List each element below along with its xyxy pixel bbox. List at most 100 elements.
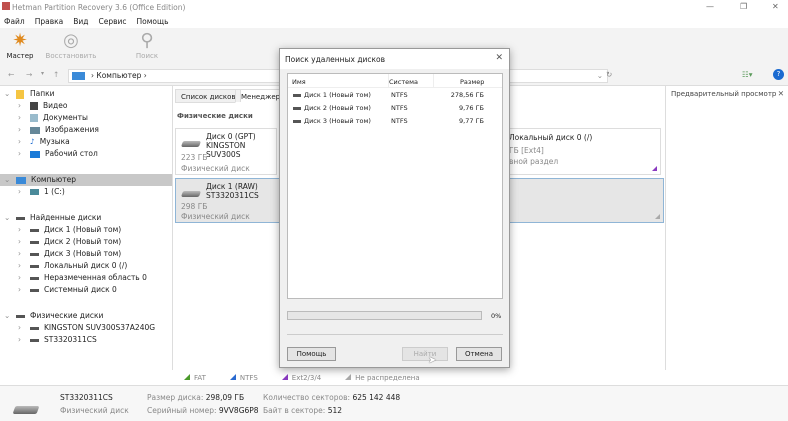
tab-disk-list[interactable]: Список дисков	[175, 89, 242, 103]
disk-icon	[30, 264, 39, 268]
menu-help[interactable]: Помощь	[137, 17, 169, 26]
mouse-cursor-icon: ➤	[428, 355, 437, 366]
forward-button[interactable]: →	[26, 70, 32, 79]
history-dropdown[interactable]: ▾	[41, 70, 44, 77]
legend-label: FAT	[194, 373, 206, 382]
disk-icon	[30, 228, 39, 232]
tree-computer[interactable]: ⌄ Компьютер	[0, 174, 172, 186]
disk-type: Физический диск	[181, 212, 250, 221]
images-icon	[30, 126, 40, 134]
tree-item[interactable]: › Рабочий стол	[18, 148, 98, 160]
info-label: Размер диска:	[147, 393, 204, 402]
help-button[interactable]: Помощь	[287, 347, 336, 361]
documents-icon	[30, 114, 38, 122]
hdd-icon	[12, 406, 40, 414]
disk-icon	[30, 326, 39, 330]
tree-item[interactable]: › Диск 2 (Новый том)	[18, 236, 121, 248]
row-name: Диск 2 (Новый том)	[304, 104, 371, 112]
list-item[interactable]: Диск 2 (Новый том) NTFS 9,76 ГБ	[288, 103, 502, 115]
tree-physical-disks[interactable]: ⌄ Физические диски	[4, 310, 103, 322]
view-options-button[interactable]: ☷▾	[742, 70, 753, 79]
column-size[interactable]: Размер	[460, 78, 484, 86]
maximize-button[interactable]: ❐	[740, 2, 747, 11]
tree-item[interactable]: › Видео	[18, 100, 67, 112]
close-preview-button[interactable]: ✕	[778, 89, 784, 98]
restore-button[interactable]: ◎ Восстановить	[44, 30, 98, 60]
disk-icon	[30, 338, 39, 342]
tree-item[interactable]: › KINGSTON SUV300S37A240G	[18, 322, 155, 334]
section-title: Физические диски	[177, 112, 253, 120]
tree-item[interactable]: › Неразмеченная область 0	[18, 272, 147, 284]
column-name[interactable]: Имя	[292, 78, 306, 86]
computer-icon	[16, 176, 26, 184]
tree-label: 1 (C:)	[44, 187, 65, 196]
tree-item[interactable]: › Изображения	[18, 124, 99, 136]
dialog-close-button[interactable]: ✕	[495, 53, 503, 63]
disk-size: 223 ГБ	[181, 153, 208, 162]
disk-model: ST3320311CS	[206, 191, 259, 200]
fat-color-icon	[184, 373, 190, 380]
tree-label: Найденные диски	[30, 213, 102, 222]
minimize-button[interactable]: —	[706, 2, 714, 11]
find-button[interactable]: Найти	[402, 347, 448, 361]
menu-file[interactable]: Файл	[4, 17, 25, 26]
row-fs: NTFS	[391, 117, 408, 125]
tree-label: Изображения	[45, 125, 99, 134]
tree-item[interactable]: › Локальный диск 0 (/)	[18, 260, 127, 272]
disk-icon	[293, 120, 301, 123]
help-icon[interactable]: ?	[773, 69, 784, 80]
tree-item[interactable]: › Диск 1 (Новый том)	[18, 224, 121, 236]
progress-text: 0%	[491, 312, 502, 320]
info-model: ST3320311CS	[60, 393, 113, 402]
info-label: Серийный номер:	[147, 406, 217, 415]
disk-name: Диск 0 (GPT)	[206, 132, 256, 141]
desktop-icon	[30, 150, 40, 158]
tree-item[interactable]: › ♪ Музыка	[18, 136, 70, 148]
wizard-button[interactable]: ✷ Мастер	[0, 30, 47, 60]
tree-item[interactable]: › Документы	[18, 112, 88, 124]
tree-item[interactable]: › Диск 3 (Новый том)	[18, 248, 121, 260]
disk-card[interactable]: Диск 0 (GPT) KINGSTON SUV300S 223 ГБ Физ…	[175, 128, 277, 175]
tree-label: Видео	[43, 101, 68, 110]
menu-view[interactable]: Вид	[73, 17, 88, 26]
disk-type: Физический диск	[181, 164, 250, 173]
search-button[interactable]: ⚲ Поиск	[120, 30, 174, 60]
tree-label: ST3320311CS	[44, 335, 97, 344]
unallocated-marker	[655, 214, 660, 219]
tree-folders[interactable]: ⌄ Папки	[4, 88, 55, 100]
legend-label: NTFS	[239, 373, 258, 382]
row-size: 9,77 ГБ	[459, 117, 484, 125]
tree-label: Физические диски	[30, 311, 104, 320]
back-button[interactable]: ←	[8, 70, 14, 79]
disk-icon	[293, 107, 301, 110]
info-size: 298,09 ГБ	[205, 393, 245, 402]
folder-tree: ⌄ Папки › Видео › Документы › Изображения › ♪…	[0, 86, 172, 384]
tree-item[interactable]: › 1 (C:)	[18, 186, 65, 198]
partition-card[interactable]: Локальный диск 0 (/) ГБ [Ext4] вной разд…	[506, 128, 661, 175]
refresh-button[interactable]: ↻	[606, 70, 612, 79]
column-system[interactable]: Система	[389, 78, 418, 86]
list-item[interactable]: Диск 1 (Новый том) NTFS 278,56 ГБ	[288, 90, 502, 102]
tree-item[interactable]: › Системный диск 0	[18, 284, 117, 296]
ntfs-color-icon	[229, 373, 236, 380]
tree-label: Диск 3 (Новый том)	[44, 249, 122, 258]
tree-label: Папки	[30, 89, 55, 98]
disk-icon	[16, 314, 25, 318]
menu-service[interactable]: Сервис	[99, 17, 127, 26]
up-button[interactable]: ↑	[53, 70, 59, 79]
cancel-button[interactable]: Отмена	[456, 347, 502, 361]
menu-edit[interactable]: Правка	[35, 17, 64, 26]
legend-ntfs: NTFS	[229, 373, 258, 382]
path-segment[interactable]: Компьютер	[96, 71, 141, 80]
list-item[interactable]: Диск 3 (Новый том) NTFS 9,77 ГБ	[288, 116, 502, 128]
tree-item[interactable]: › ST3320311CS	[18, 334, 97, 346]
path-dropdown[interactable]: ⌄	[597, 70, 603, 82]
close-button[interactable]: ✕	[772, 2, 779, 11]
preview-title: Предварительный просмотр	[671, 90, 777, 98]
legend-label: Не распределена	[355, 373, 420, 382]
computer-icon	[72, 72, 85, 80]
search-dialog: Поиск удаленных дисков ✕ Имя Система Раз…	[279, 48, 510, 368]
tree-found-disks[interactable]: ⌄ Найденные диски	[4, 212, 101, 224]
disk-icon	[30, 288, 39, 292]
legend-fat: FAT	[184, 373, 206, 382]
